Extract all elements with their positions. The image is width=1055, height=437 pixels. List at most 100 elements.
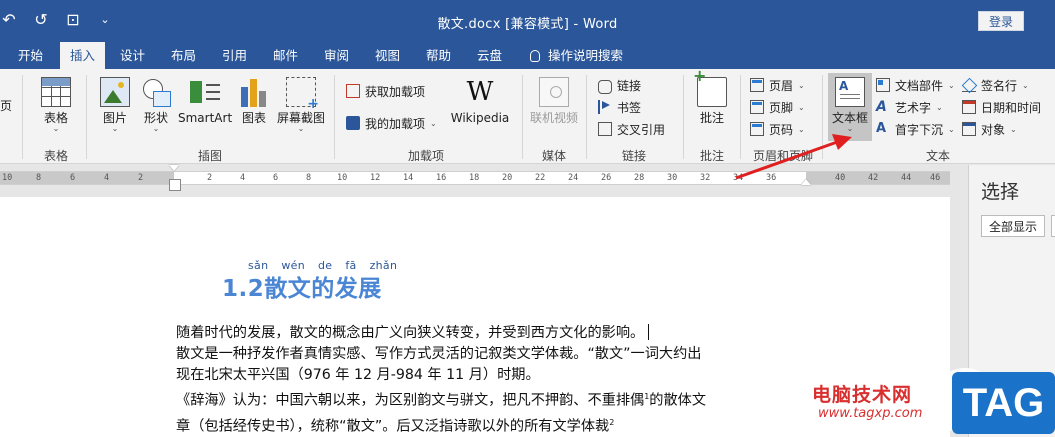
- left-indent-marker[interactable]: [168, 165, 181, 191]
- tell-me-label: 操作说明搜索: [548, 48, 624, 63]
- tab-home[interactable]: 开始: [8, 42, 53, 69]
- text-run: 章（包括经传史书），统称“散文”。后又泛指诗歌以外的所有文学体裁: [176, 418, 610, 435]
- wordart-button[interactable]: A 艺术字 ⌄: [876, 97, 943, 117]
- tab-review[interactable]: 审阅: [314, 42, 359, 69]
- date-time-button[interactable]: 日期和时间: [962, 97, 1041, 117]
- page-number-label: 页码: [769, 122, 794, 137]
- body-text[interactable]: 随着时代的发展，散文的概念由广义向狭义转变，并受到西方文化的影响。 散文是一种抒…: [176, 323, 816, 437]
- comment-button[interactable]: 批注: [692, 66, 732, 125]
- right-indent-marker[interactable]: [801, 179, 811, 185]
- signature-line-button[interactable]: 签名行 ⌄: [962, 75, 1029, 95]
- get-addins-button[interactable]: 获取加载项: [346, 81, 425, 101]
- cross-reference-button[interactable]: 交叉引用: [598, 119, 665, 139]
- smartart-button[interactable]: SmartArt: [178, 77, 232, 125]
- group-label-links: 链接: [621, 149, 646, 163]
- bookmark-button[interactable]: 书签: [598, 97, 641, 117]
- tell-me-search[interactable]: 操作说明搜索: [520, 42, 633, 69]
- pages-button[interactable]: 页: [0, 99, 12, 113]
- text-run: 《辞海》认为：中国六朝以来，为区别韵文与骈文，把凡不押韵、不重排偶: [176, 392, 645, 409]
- store-icon: [346, 84, 360, 98]
- comment-label: 批注: [699, 111, 724, 125]
- footer-label: 页脚: [769, 100, 794, 115]
- document-parts-button[interactable]: 文档部件 ⌄: [876, 75, 955, 95]
- separator: [522, 75, 523, 159]
- tab-view[interactable]: 视图: [365, 42, 410, 69]
- drop-cap-button[interactable]: A 首字下沉 ⌄: [876, 119, 955, 139]
- tab-layout[interactable]: 布局: [161, 42, 206, 69]
- header-button[interactable]: 页眉 ⌄: [750, 75, 805, 95]
- separator: [683, 75, 684, 159]
- tab-design[interactable]: 设计: [110, 42, 155, 69]
- smartart-icon: [190, 77, 220, 107]
- ruler-tick: 6: [70, 173, 76, 183]
- shapes-label: 形状: [143, 111, 168, 125]
- online-video-button: 联机视频: [528, 77, 580, 125]
- chevron-down-icon: ⌄: [430, 118, 437, 128]
- ruler-left-margin: [0, 172, 174, 184]
- ruler-tick: 16: [436, 173, 447, 183]
- chevron-down-icon: ⌄: [798, 80, 805, 90]
- tab-references[interactable]: 引用: [212, 42, 257, 69]
- smartart-label: SmartArt: [178, 111, 233, 125]
- chevron-down-icon: ⌄: [1010, 124, 1017, 134]
- link-icon: [598, 79, 612, 94]
- table-button[interactable]: 表格 ⌄: [36, 77, 76, 133]
- chart-label: 图表: [241, 111, 266, 125]
- tab-help[interactable]: 帮助: [416, 42, 461, 69]
- chevron-down-icon: ⌄: [798, 102, 805, 112]
- tab-insert[interactable]: 插入: [60, 42, 106, 69]
- online-video-label: 联机视频: [529, 111, 578, 125]
- wikipedia-button[interactable]: W Wikipedia: [448, 77, 512, 125]
- picture-button[interactable]: 图片 ⌄: [96, 77, 134, 133]
- drop-cap-icon: A: [876, 121, 887, 136]
- text-line: 随着时代的发展，散文的概念由广义向狭义转变，并受到西方文化的影响。: [176, 323, 816, 344]
- footer-icon: [750, 100, 764, 114]
- page-number-icon: [750, 122, 764, 136]
- signature-icon: [962, 78, 976, 92]
- table-icon: [41, 77, 71, 107]
- link-button[interactable]: 链接: [598, 75, 641, 95]
- picture-icon: [100, 77, 130, 107]
- ruler-tick: 26: [601, 173, 612, 183]
- watermark-logo: TAG: [952, 372, 1055, 434]
- tab-mailings[interactable]: 邮件: [263, 42, 308, 69]
- ruler-tick: 2: [207, 173, 213, 183]
- ruler-tick: 8: [306, 173, 312, 183]
- chevron-down-icon: ⌄: [297, 124, 305, 133]
- ruler-tick: 30: [667, 173, 678, 183]
- chart-button[interactable]: 图表: [237, 77, 271, 125]
- ruler-tick: 36: [766, 173, 777, 183]
- shapes-button[interactable]: 形状 ⌄: [137, 77, 175, 133]
- footnote-ref[interactable]: 2: [609, 418, 614, 427]
- tab-cloud[interactable]: 云盘: [467, 42, 512, 69]
- footer-button[interactable]: 页脚 ⌄: [750, 97, 805, 117]
- show-all-button[interactable]: 全部显示: [981, 215, 1045, 237]
- horizontal-ruler[interactable]: 10 8 6 4 2 2 4 6 8 10 12 14 16 18 20 22 …: [0, 165, 960, 191]
- login-button[interactable]: 登录: [978, 11, 1024, 31]
- hide-all-button[interactable]: [1051, 215, 1055, 237]
- document-page[interactable]: sǎn wén de fā zhǎn 1.2散文的发展 随着时代的发展，散文的概…: [0, 197, 950, 437]
- cross-reference-icon: [598, 122, 612, 136]
- page-number-button[interactable]: 页码 ⌄: [750, 119, 805, 139]
- my-addins-button[interactable]: 我的加载项 ⌄: [346, 113, 437, 133]
- chevron-down-icon: ⌄: [948, 124, 955, 134]
- chevron-down-icon: ⌄: [111, 124, 119, 133]
- watermark-text: 电脑技术网: [812, 384, 913, 406]
- section-heading[interactable]: 1.2散文的发展: [222, 269, 382, 303]
- document-title: 散文.docx [兼容模式] - Word: [437, 17, 618, 32]
- group-label-table: 表格: [43, 149, 68, 163]
- pages-label: 页: [0, 99, 13, 113]
- chevron-down-icon: ⌄: [948, 80, 955, 90]
- group-label-header-footer: 页眉和页脚: [752, 149, 813, 163]
- textbox-button[interactable]: 文本框 ⌄: [828, 73, 872, 141]
- screenshot-button[interactable]: 屏幕截图 ⌄: [274, 77, 328, 133]
- table-label: 表格: [43, 111, 68, 125]
- comment-icon: [693, 66, 727, 107]
- text-run: 的散体文: [649, 392, 707, 409]
- wikipedia-label: Wikipedia: [450, 111, 510, 125]
- header-label: 页眉: [769, 78, 794, 93]
- bookmark-icon: [598, 100, 612, 114]
- object-button[interactable]: 对象 ⌄: [962, 119, 1017, 139]
- addin-icon: [346, 116, 360, 130]
- chevron-down-icon: ⌄: [52, 124, 60, 133]
